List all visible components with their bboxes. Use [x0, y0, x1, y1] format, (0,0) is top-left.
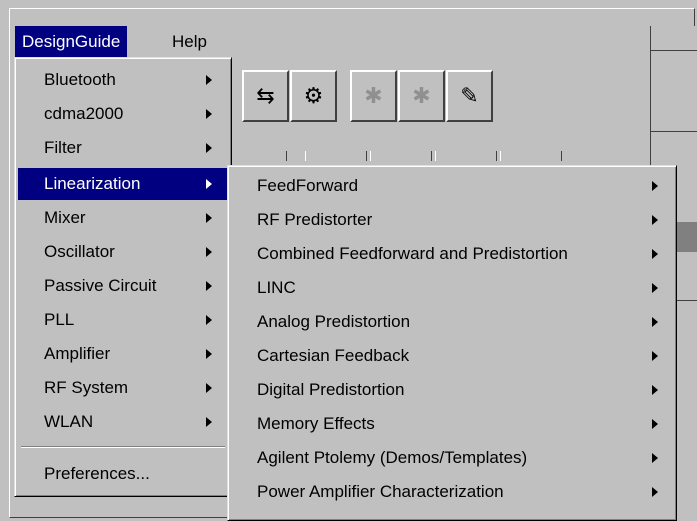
tab[interactable]	[370, 151, 432, 161]
disabled-left-icon: ✱	[350, 70, 397, 122]
menu-item-linearization[interactable]: Linearization	[18, 168, 228, 200]
submenu-item-feedforward[interactable]: FeedForward	[231, 170, 673, 202]
menu-separator	[21, 446, 225, 448]
submenu-arrow-icon	[206, 143, 212, 153]
menu-designguide[interactable]: DesignGuide	[15, 26, 128, 58]
submenu-arrow-icon	[206, 349, 212, 359]
swap-components-icon[interactable]: ⇆	[242, 70, 289, 122]
submenu-arrow-icon	[206, 383, 212, 393]
toolbar: ⇆ ⚙ ✱ ✱ ✎	[200, 70, 575, 130]
disabled-right-icon: ✱	[398, 70, 445, 122]
component-info-icon[interactable]: ⚙	[290, 70, 337, 122]
submenu-arrow-icon	[206, 179, 212, 189]
linearization-submenu: FeedForward RF Predistorter Combined Fee…	[227, 165, 677, 521]
menu-item-preferences[interactable]: Preferences...	[18, 458, 228, 490]
menu-item-oscillator[interactable]: Oscillator	[18, 236, 228, 268]
submenu-item-digital-predistortion[interactable]: Digital Predistortion	[231, 374, 673, 406]
menu-item-mixer[interactable]: Mixer	[18, 202, 228, 234]
submenu-item-memory-effects[interactable]: Memory Effects	[231, 408, 673, 440]
submenu-arrow-icon	[206, 281, 212, 291]
submenu-arrow-icon	[206, 315, 212, 325]
submenu-arrow-icon	[206, 75, 212, 85]
tab[interactable]	[225, 151, 287, 161]
submenu-item-agilent-ptolemy[interactable]: Agilent Ptolemy (Demos/Templates)	[231, 442, 673, 474]
tab-strip	[225, 151, 565, 161]
submenu-arrow-icon	[206, 247, 212, 257]
tab[interactable]	[305, 151, 367, 161]
menu-item-pll[interactable]: PLL	[18, 304, 228, 336]
menu-item-amplifier[interactable]: Amplifier	[18, 338, 228, 370]
magic-wand-icon[interactable]: ✎	[446, 70, 493, 122]
submenu-arrow-icon	[652, 351, 658, 361]
menu-item-bluetooth[interactable]: Bluetooth	[18, 64, 228, 96]
submenu-item-analog-predistortion[interactable]: Analog Predistortion	[231, 306, 673, 338]
submenu-item-rf-predistorter[interactable]: RF Predistorter	[231, 204, 673, 236]
menu-help[interactable]: Help	[165, 26, 214, 58]
submenu-arrow-icon	[652, 385, 658, 395]
submenu-arrow-icon	[652, 419, 658, 429]
submenu-arrow-icon	[652, 215, 658, 225]
submenu-arrow-icon	[652, 317, 658, 327]
menu-item-cdma2000[interactable]: cdma2000	[18, 98, 228, 130]
menu-item-rf-system[interactable]: RF System	[18, 372, 228, 404]
submenu-item-cartesian-feedback[interactable]: Cartesian Feedback	[231, 340, 673, 372]
submenu-item-power-amplifier-characterization[interactable]: Power Amplifier Characterization	[231, 476, 673, 508]
submenu-arrow-icon	[206, 417, 212, 427]
menu-item-filter[interactable]: Filter	[18, 132, 228, 164]
designguide-menu: Bluetooth cdma2000 Filter Linearization …	[14, 57, 232, 497]
submenu-arrow-icon	[652, 487, 658, 497]
submenu-item-combined-feedforward-predistortion[interactable]: Combined Feedforward and Predistortion	[231, 238, 673, 270]
submenu-arrow-icon	[652, 249, 658, 259]
tab[interactable]	[435, 151, 497, 161]
menu-item-passive-circuit[interactable]: Passive Circuit	[18, 270, 228, 302]
background-pane	[650, 50, 697, 132]
menu-item-wlan[interactable]: WLAN	[18, 406, 228, 438]
submenu-arrow-icon	[652, 181, 658, 191]
submenu-arrow-icon	[652, 283, 658, 293]
submenu-arrow-icon	[652, 453, 658, 463]
application-window: ⇆ ⚙ ✱ ✱ ✎ DesignGuide Help Bluetooth cdm…	[0, 0, 697, 521]
submenu-arrow-icon	[206, 109, 212, 119]
menu-bar: DesignGuide Help	[10, 26, 650, 58]
tab[interactable]	[500, 151, 562, 161]
submenu-arrow-icon	[206, 213, 212, 223]
submenu-item-linc[interactable]: LINC	[231, 272, 673, 304]
